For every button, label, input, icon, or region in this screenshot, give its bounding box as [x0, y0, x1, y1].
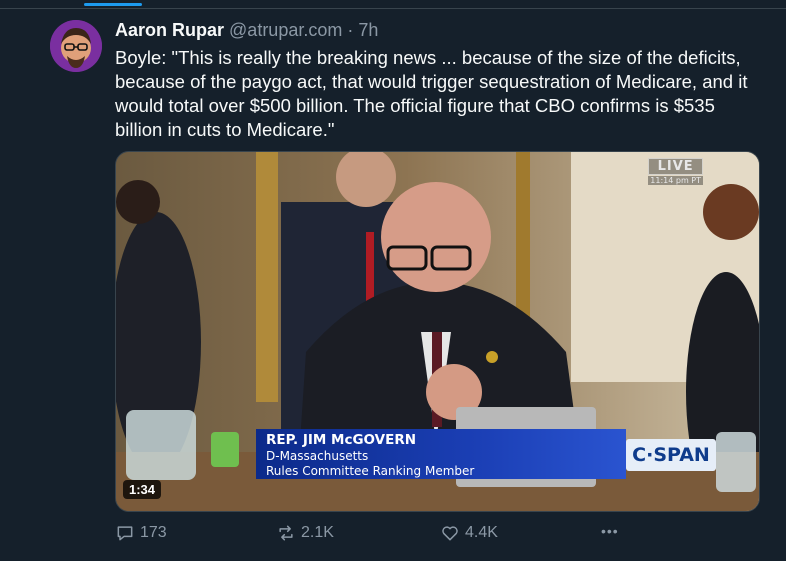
tweet-actions: 173 2.1K 4.4K ••• — [115, 523, 765, 547]
tweet-header: Aaron Rupar @atrupar.com · 7h — [115, 20, 378, 44]
live-label: LIVE — [648, 158, 703, 175]
lower-third-chyron: REP. JIM McGOVERN D-Massachusetts Rules … — [256, 429, 626, 479]
chyron-title: Rules Committee Ranking Member — [266, 464, 475, 478]
tweet[interactable]: Aaron Rupar @atrupar.com · 7h Boyle: "Th… — [0, 8, 786, 561]
retweet-count: 2.1K — [301, 524, 334, 541]
header-separator: · — [347, 20, 354, 40]
chyron-name: REP. JIM McGOVERN — [266, 432, 417, 448]
network-logo: C·SPAN — [626, 439, 716, 471]
broadcast-clock: 11:14 pm PT — [648, 176, 703, 185]
tweet-text: Boyle: "This is really the breaking news… — [115, 47, 748, 140]
reply-button[interactable]: 173 — [115, 523, 167, 543]
heart-icon — [442, 526, 458, 541]
video-duration: 1:34 — [123, 480, 162, 499]
live-badge: LIVE 11:14 pm PT — [648, 158, 703, 185]
more-icon: ••• — [601, 523, 619, 539]
tweet-timestamp[interactable]: 7h — [358, 20, 378, 40]
tab-indicator — [84, 3, 142, 6]
more-options-button[interactable]: ••• — [601, 523, 619, 539]
like-count: 4.4K — [465, 524, 498, 541]
avatar[interactable] — [50, 20, 102, 72]
author-name[interactable]: Aaron Rupar — [115, 20, 224, 40]
like-button[interactable]: 4.4K — [440, 523, 498, 543]
reply-count: 173 — [140, 524, 167, 541]
video-player[interactable]: LIVE 11:14 pm PT REP. JIM McGOVERN D-Mas… — [115, 151, 760, 512]
chyron-party: D-Massachusetts — [266, 449, 369, 463]
reply-icon — [117, 526, 133, 541]
retweet-icon — [279, 525, 293, 541]
avatar-image — [50, 20, 102, 72]
author-handle[interactable]: @atrupar.com — [229, 20, 342, 40]
retweet-button[interactable]: 2.1K — [276, 523, 334, 543]
